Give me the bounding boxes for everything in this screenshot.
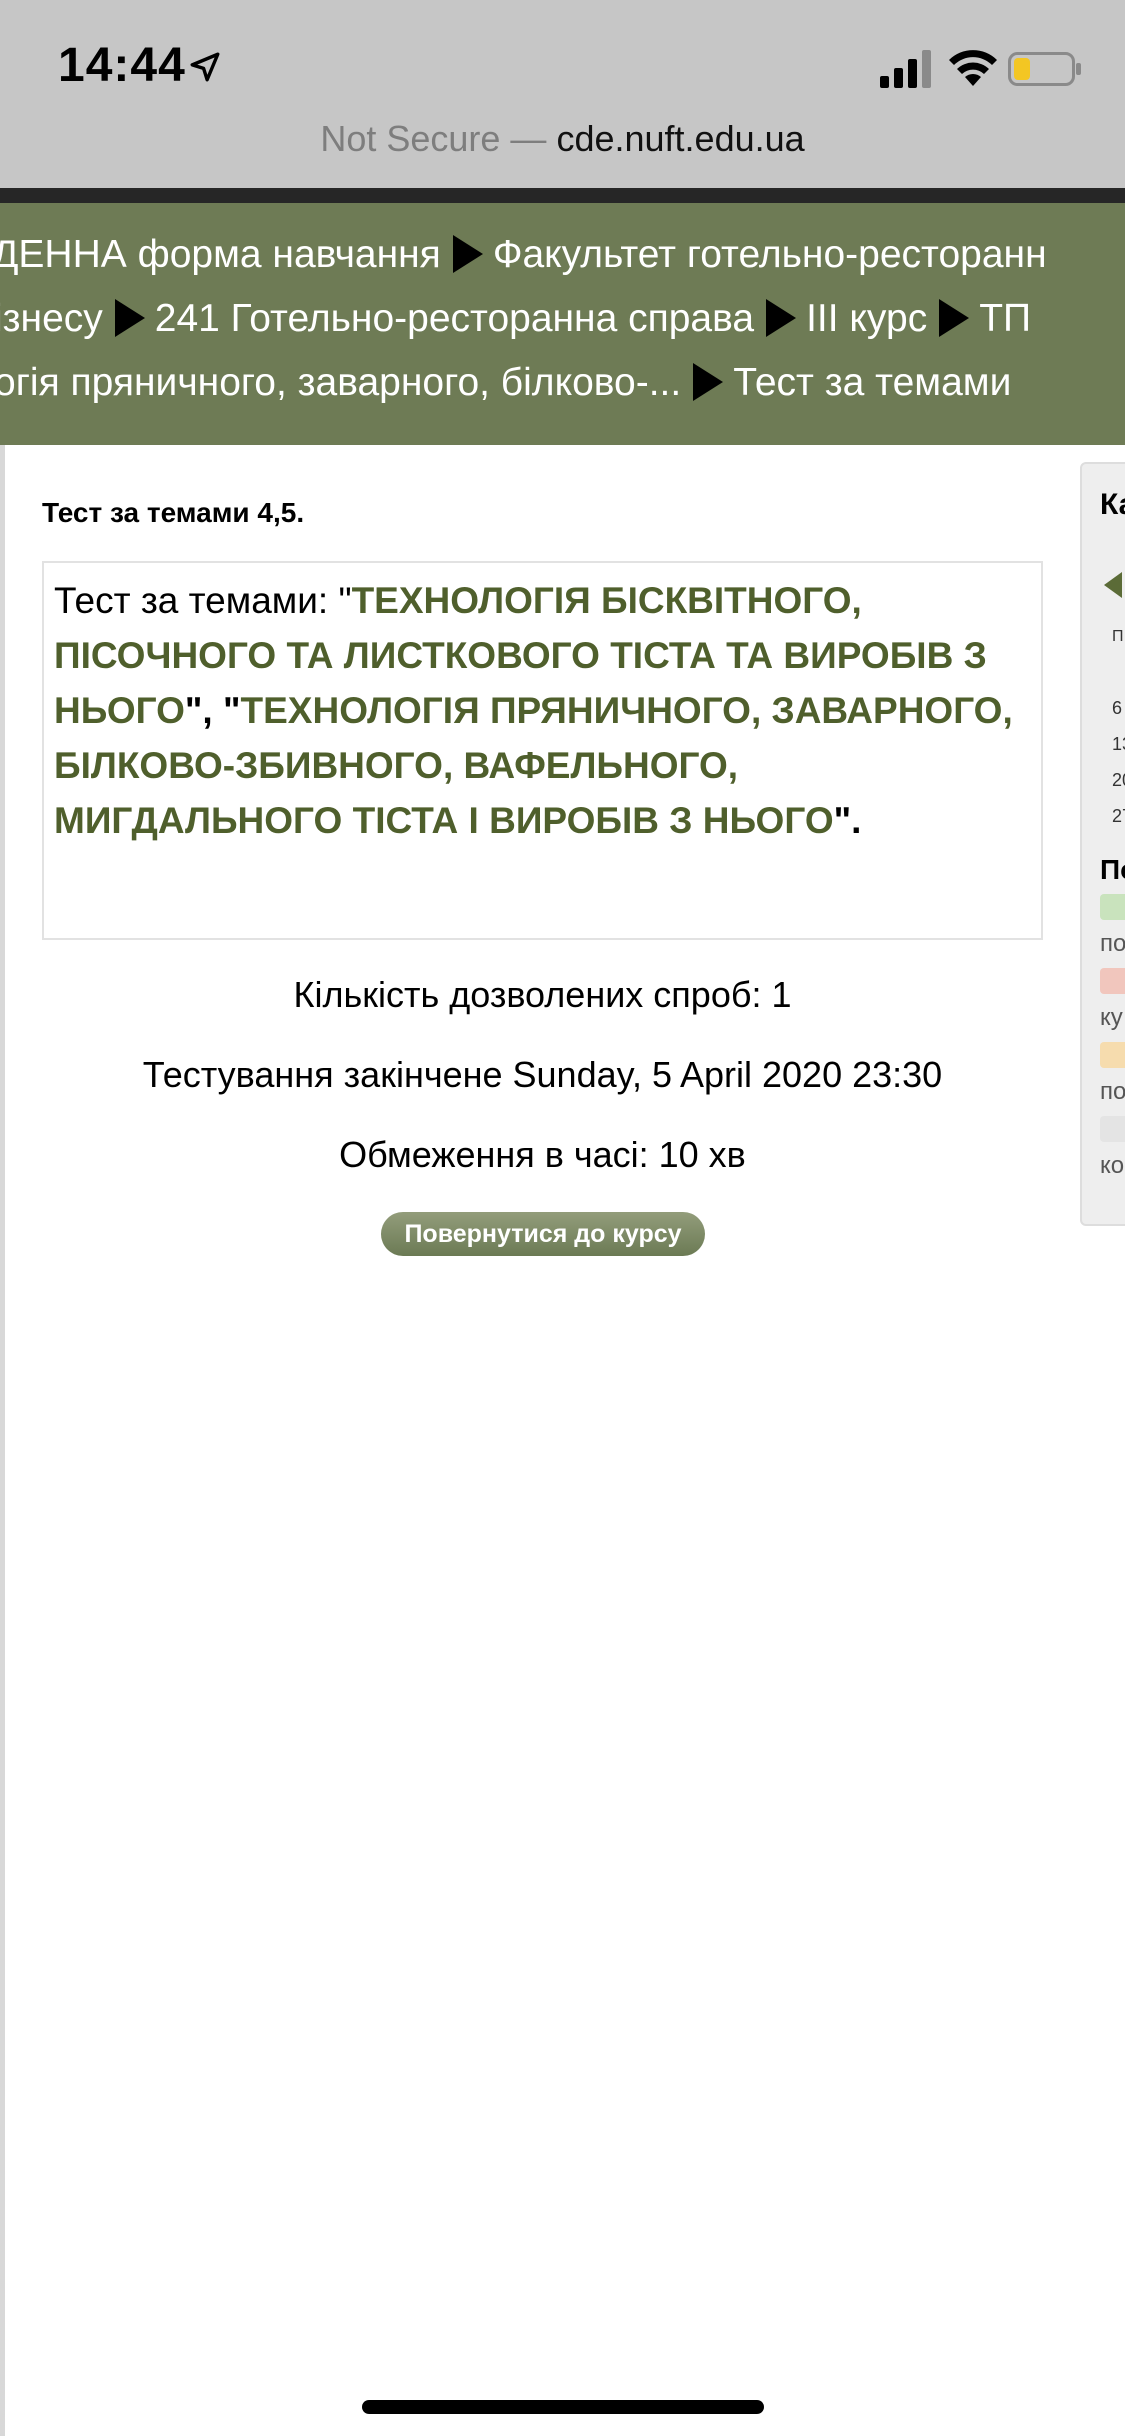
calendar-day[interactable]: 6	[1112, 698, 1122, 719]
breadcrumb-separator-icon	[452, 235, 483, 273]
breadcrumb: ДЕННА форма навчання Факультет готельно-р…	[0, 203, 1125, 445]
breadcrumb-separator-icon	[766, 299, 797, 337]
clock: 14:44	[58, 39, 186, 92]
quiz-closed-date: Тестування закінчене Sunday, 5 April 202…	[142, 1054, 943, 1095]
breadcrumb-link[interactable]: ІІІ курс	[806, 297, 927, 340]
intro-prefix: Тест за темами: "	[54, 580, 352, 621]
wifi-icon	[949, 50, 997, 86]
breadcrumb-line: ДЕННА форма навчання Факультет готельно-р…	[0, 223, 1047, 287]
calendar-key-label: по	[1100, 930, 1125, 957]
intro-separator: ", "	[184, 690, 241, 731]
page-left-border	[0, 445, 5, 2436]
breadcrumb-link[interactable]: Факультет готельно-ресторанн	[493, 233, 1047, 276]
time-limit: Обмеження в часі: 10 хв	[339, 1134, 746, 1175]
not-secure-label: Not Secure —	[320, 118, 547, 159]
previous-month-arrow-icon[interactable]	[1104, 572, 1122, 598]
status-bar: 14:44 Not Secure — cde.nuft.edu.ua	[0, 0, 1125, 188]
url-domain: cde.nuft.edu.ua	[556, 118, 805, 159]
quiz-intro: Тест за темами: "ТЕХНОЛОГІЯ БІСКВІТНОГО,…	[54, 573, 1034, 848]
calendar-day[interactable]: 27	[1112, 806, 1125, 827]
breadcrumb-link[interactable]: 241 Готельно-ресторанна справа	[155, 297, 754, 340]
intro-suffix: ".	[833, 800, 862, 841]
calendar-key-label: ку	[1100, 1004, 1123, 1031]
location-arrow-icon	[190, 52, 220, 82]
cellular-signal-icon	[880, 50, 931, 88]
calendar-block: Ка П 6 13 20 27 По по ку по ко	[1080, 462, 1125, 1226]
address-bar[interactable]: Not Secure — cde.nuft.edu.ua	[0, 118, 1125, 160]
header-divider	[0, 188, 1125, 203]
breadcrumb-current: Тест за темами	[733, 361, 1012, 404]
eye-icon[interactable]	[1100, 894, 1125, 920]
attempts-allowed: Кількість дозволених спроб: 1	[293, 974, 792, 1015]
calendar-day[interactable]: 20	[1112, 770, 1125, 791]
breadcrumb-separator-icon	[939, 299, 970, 337]
battery-icon	[1008, 52, 1081, 86]
quiz-title: Тест за темами 4,5.	[42, 497, 305, 528]
quiz-intro-box: Тест за темами: "ТЕХНОЛОГІЯ БІСКВІТНОГО,…	[42, 561, 1043, 940]
breadcrumb-link[interactable]: ТП	[979, 297, 1031, 340]
breadcrumb-separator-icon	[114, 299, 145, 337]
calendar-key-label: по	[1100, 1078, 1125, 1105]
calendar-title: Ка	[1100, 488, 1125, 521]
breadcrumb-link[interactable]: ізнесу	[0, 297, 103, 340]
breadcrumb-line: ізнесу 241 Готельно-ресторанна справа ІІІ …	[0, 287, 1031, 351]
calendar-weekday: П	[1112, 628, 1124, 645]
calendar-day[interactable]: 13	[1112, 734, 1125, 755]
home-indicator[interactable]	[362, 2400, 764, 2414]
breadcrumb-line: огія пряничного, заварного, білково-... Т…	[0, 351, 1011, 415]
calendar-key-label: ко	[1100, 1152, 1125, 1179]
breadcrumb-link[interactable]: огія пряничного, заварного, білково-...	[0, 361, 681, 404]
breadcrumb-separator-icon	[693, 363, 724, 401]
eye-icon[interactable]	[1100, 1116, 1125, 1142]
eye-icon[interactable]	[1100, 968, 1125, 994]
calendar-key-title: По	[1100, 854, 1125, 885]
breadcrumb-link[interactable]: ДЕННА форма навчання	[0, 233, 441, 276]
eye-icon[interactable]	[1100, 1042, 1125, 1068]
back-to-course-button[interactable]: Повернутися до курсу	[381, 1212, 705, 1256]
